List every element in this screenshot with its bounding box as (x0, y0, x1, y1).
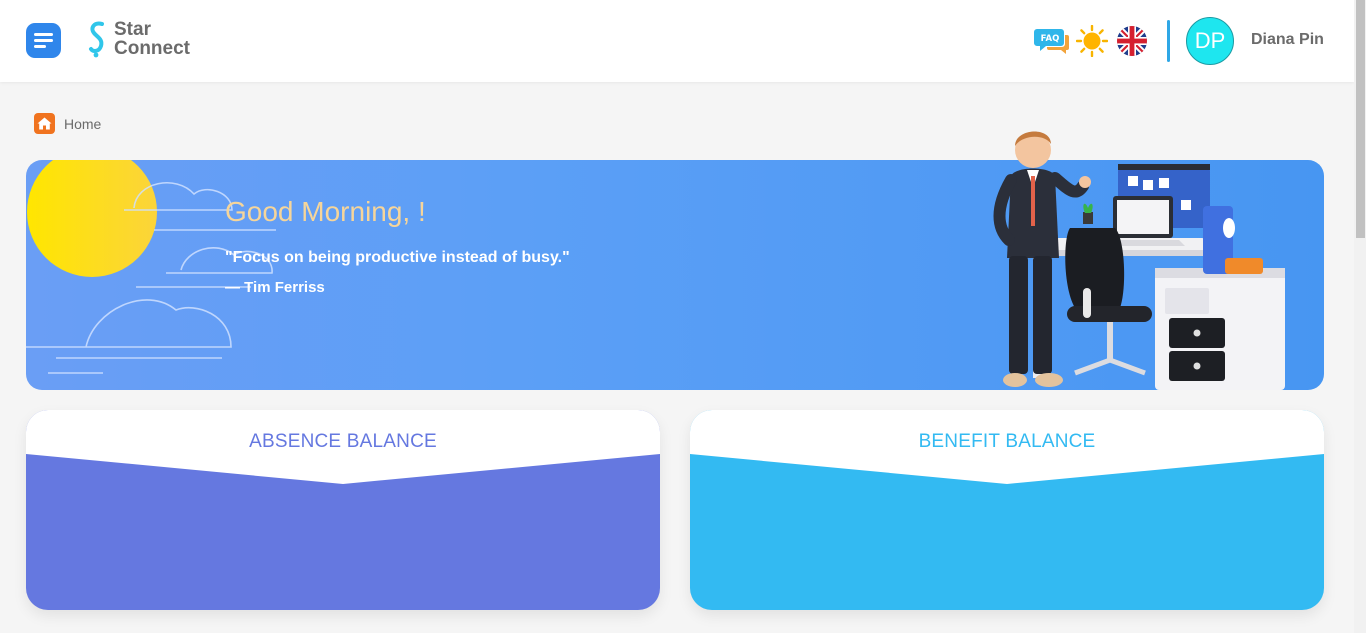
absence-balance-card[interactable]: ABSENCE BALANCE (26, 410, 660, 610)
absence-balance-title: ABSENCE BALANCE (249, 431, 437, 452)
scrollbar-track[interactable] (1354, 0, 1366, 633)
scrollbar-thumb[interactable] (1356, 0, 1365, 238)
uk-flag-icon[interactable] (1116, 25, 1148, 57)
sun-icon[interactable] (1076, 25, 1108, 57)
greeting-text: Good Morning, ! (225, 196, 426, 227)
avatar-initials: DP (1194, 28, 1226, 53)
brand-line-1: Star (114, 19, 151, 40)
brand-line-2: Connect (114, 38, 190, 59)
home-icon[interactable] (34, 113, 55, 134)
menu-icon-line (34, 39, 53, 42)
avatar[interactable]: DP (1186, 17, 1234, 65)
faq-icon[interactable]: FAQ (1034, 27, 1070, 55)
top-header: Star Connect FAQ DP Diana Pin (0, 0, 1354, 82)
office-worker-illustration (993, 131, 1285, 390)
header-divider (1167, 20, 1170, 62)
breadcrumb-home-link[interactable]: Home (64, 116, 101, 132)
brand-logo[interactable]: Star Connect (88, 18, 190, 60)
breadcrumb: Home (34, 113, 101, 134)
menu-icon-line (34, 45, 46, 48)
home-glyph (37, 117, 52, 130)
user-name[interactable]: Diana Pin (1251, 31, 1324, 49)
quote-author: — Tim Ferriss (225, 279, 325, 296)
benefit-balance-title: BENEFIT BALANCE (918, 431, 1096, 452)
faq-label: FAQ (1041, 34, 1060, 44)
sun-clouds-decoration (26, 160, 276, 374)
logo-icon (89, 21, 104, 58)
menu-icon (34, 33, 53, 36)
quote-text: "Focus on being productive instead of bu… (225, 249, 570, 266)
benefit-balance-card[interactable]: BENEFIT BALANCE (690, 410, 1324, 610)
menu-toggle-button[interactable] (26, 23, 61, 58)
brand-name: Star Connect (114, 20, 190, 58)
app-root: Star Connect FAQ DP Diana Pin Home Good … (0, 0, 1366, 633)
